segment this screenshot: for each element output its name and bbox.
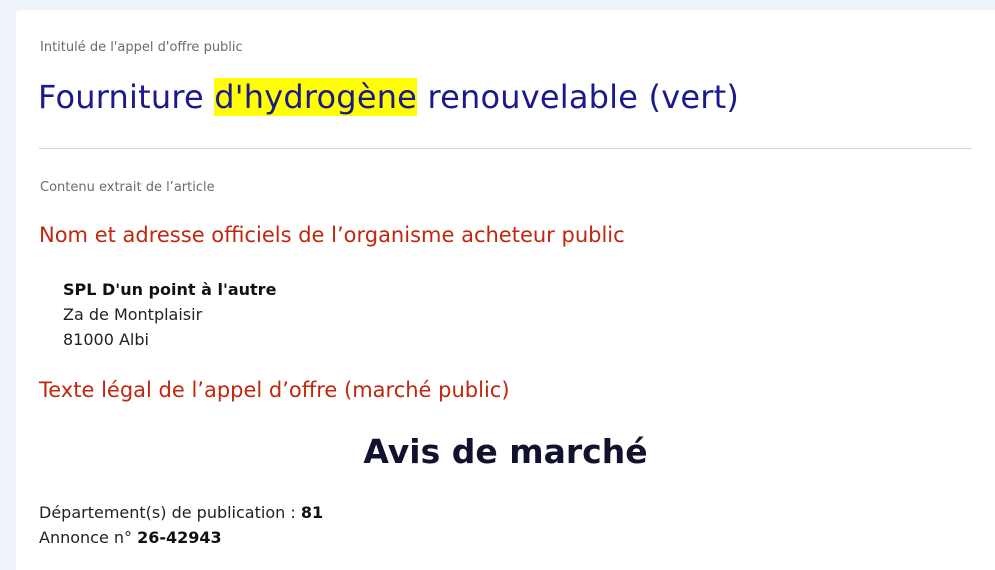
notice-title: Avis de marché <box>363 432 648 471</box>
divider <box>39 148 972 149</box>
announcement-label: Annonce n° <box>39 528 138 547</box>
buyer-city: 81000 Albi <box>63 330 149 349</box>
legal-section-title: Texte légal de l’appel d’offre (marché p… <box>39 378 510 402</box>
buyer-street: Za de Montplaisir <box>63 305 203 324</box>
title-label: Intitulé de l'appel d'offre public <box>40 40 243 55</box>
buyer-address: SPL D'un point à l'autre Za de Montplais… <box>63 277 276 352</box>
title-suffix: renouvelable (vert) <box>417 78 740 116</box>
buyer-section-title: Nom et adresse officiels de l’organisme … <box>39 223 625 247</box>
tender-title: Fourniture d'hydrogène renouvelable (ver… <box>38 78 739 116</box>
announcement-value: 26-42943 <box>137 528 222 547</box>
departments-line: Département(s) de publication : 81 <box>39 500 323 525</box>
article-card: Intitulé de l'appel d'offre public Fourn… <box>16 10 995 570</box>
title-highlight: d'hydrogène <box>214 78 418 116</box>
announcement-line: Annonce n° 26-42943 <box>39 525 323 550</box>
departments-label: Département(s) de publication : <box>39 503 301 522</box>
content-label: Contenu extrait de l’article <box>40 180 215 195</box>
buyer-name: SPL D'un point à l'autre <box>63 280 277 299</box>
notice-meta: Département(s) de publication : 81 Annon… <box>39 500 323 550</box>
departments-value: 81 <box>300 503 324 522</box>
title-prefix: Fourniture <box>38 78 215 116</box>
